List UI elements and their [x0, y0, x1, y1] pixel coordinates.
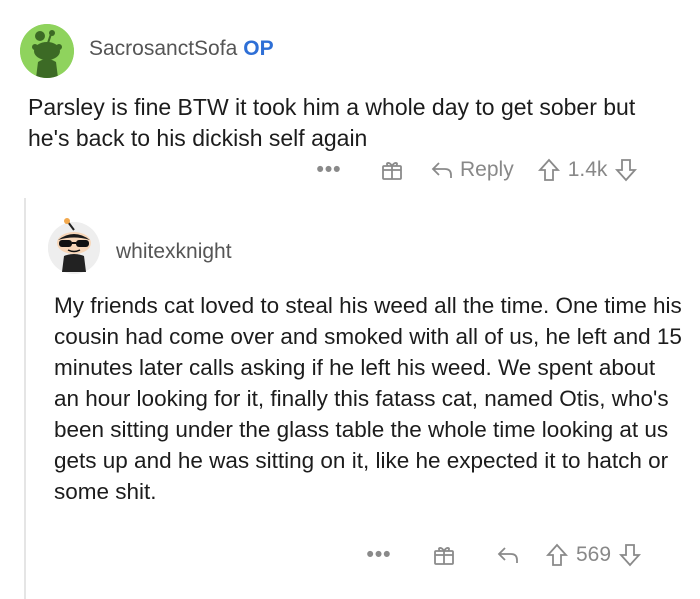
- comment-actions: ••• 569: [362, 543, 642, 567]
- username[interactable]: whitexknight: [116, 240, 232, 264]
- reply-label: Reply: [460, 158, 514, 181]
- avatar[interactable]: [20, 24, 74, 78]
- gift-award-icon[interactable]: [432, 543, 456, 567]
- thread-line[interactable]: [24, 198, 26, 599]
- upvote-icon[interactable]: [537, 158, 560, 182]
- gift-award-icon[interactable]: [380, 158, 404, 182]
- comment-body: Parsley is fine BTW it took him a whole …: [28, 94, 636, 151]
- more-options-icon[interactable]: •••: [312, 158, 346, 182]
- downvote-icon[interactable]: [619, 543, 642, 567]
- avatar[interactable]: [48, 218, 100, 274]
- snoo-avatar-icon: [20, 24, 74, 78]
- downvote-icon[interactable]: [615, 158, 638, 182]
- reply-arrow-icon[interactable]: [496, 544, 520, 566]
- op-badge: OP: [243, 37, 274, 60]
- username[interactable]: SacrosanctSofa: [89, 37, 237, 60]
- vote-score: 1.4k: [567, 158, 608, 181]
- comment-actions: ••• Reply 1.4k: [312, 158, 638, 182]
- vote-score: 569: [576, 543, 612, 566]
- reply-arrow-icon: [431, 162, 452, 178]
- upvote-icon[interactable]: [546, 543, 568, 567]
- reply-button[interactable]: Reply: [430, 158, 514, 182]
- comment-author[interactable]: SacrosanctSofa OP: [89, 37, 274, 61]
- comment-body: My friends cat loved to steal his weed a…: [54, 293, 682, 504]
- snoo-sunglasses-avatar-icon: [48, 218, 100, 272]
- more-options-icon[interactable]: •••: [362, 543, 396, 567]
